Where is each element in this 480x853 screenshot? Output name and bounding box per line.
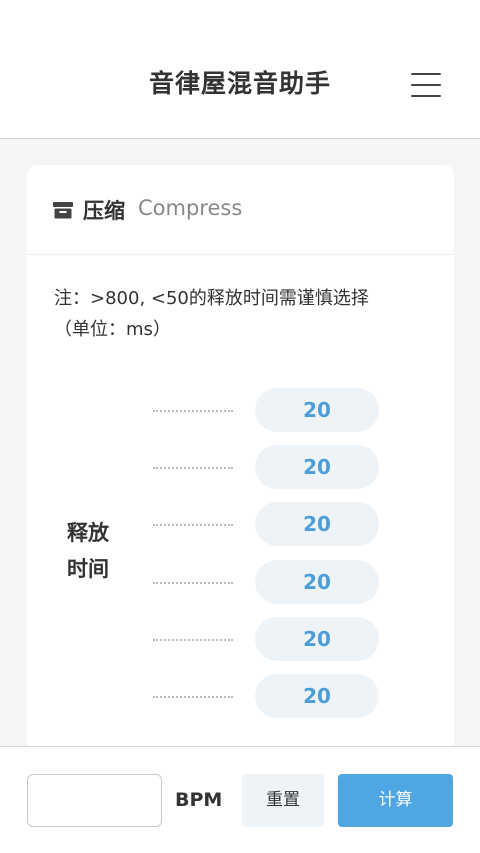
- dotted-leader: [153, 467, 233, 469]
- archive-box-icon: [53, 202, 73, 219]
- dotted-leader: [153, 524, 233, 526]
- value-row: 20: [27, 617, 454, 661]
- release-value-pill: 20: [255, 388, 379, 432]
- bottom-toolbar: BPM 重置 计算: [0, 746, 480, 853]
- note-line: 注：>800, <50的释放时间需谨慎选择: [54, 288, 369, 309]
- release-value-pill: 20: [255, 445, 379, 489]
- menu-line: [411, 95, 441, 97]
- release-value-pill: 20: [255, 674, 379, 718]
- card-title: 压缩: [83, 199, 125, 223]
- release-value-pill: 20: [255, 502, 379, 546]
- value-row: 20: [27, 502, 454, 546]
- hamburger-menu-icon[interactable]: [407, 70, 443, 100]
- dotted-leader: [153, 582, 233, 584]
- value-row: 20: [27, 674, 454, 718]
- compress-card: 压缩 Compress 注：>800, <50的释放时间需谨慎选择 （单位：ms…: [27, 165, 454, 785]
- dotted-leader: [153, 639, 233, 641]
- dotted-leader: [153, 410, 233, 412]
- menu-line: [411, 84, 441, 86]
- bpm-input[interactable]: [27, 774, 162, 827]
- release-time-note: 注：>800, <50的释放时间需谨慎选择 （单位：ms）: [54, 283, 434, 345]
- card-subtitle: Compress: [138, 196, 243, 220]
- value-row: 20: [27, 560, 454, 604]
- menu-line: [411, 73, 441, 75]
- bpm-label: BPM: [175, 789, 223, 811]
- reset-button[interactable]: 重置: [242, 774, 324, 827]
- note-unit: （单位：ms）: [54, 319, 171, 340]
- value-row: 20: [27, 445, 454, 489]
- dotted-leader: [153, 696, 233, 698]
- release-value-pill: 20: [255, 617, 379, 661]
- release-value-pill: 20: [255, 560, 379, 604]
- app-header: 音律屋混音助手: [0, 0, 480, 139]
- calculate-button[interactable]: 计算: [338, 774, 453, 827]
- card-header: 压缩 Compress: [27, 165, 454, 255]
- value-row: 20: [27, 388, 454, 432]
